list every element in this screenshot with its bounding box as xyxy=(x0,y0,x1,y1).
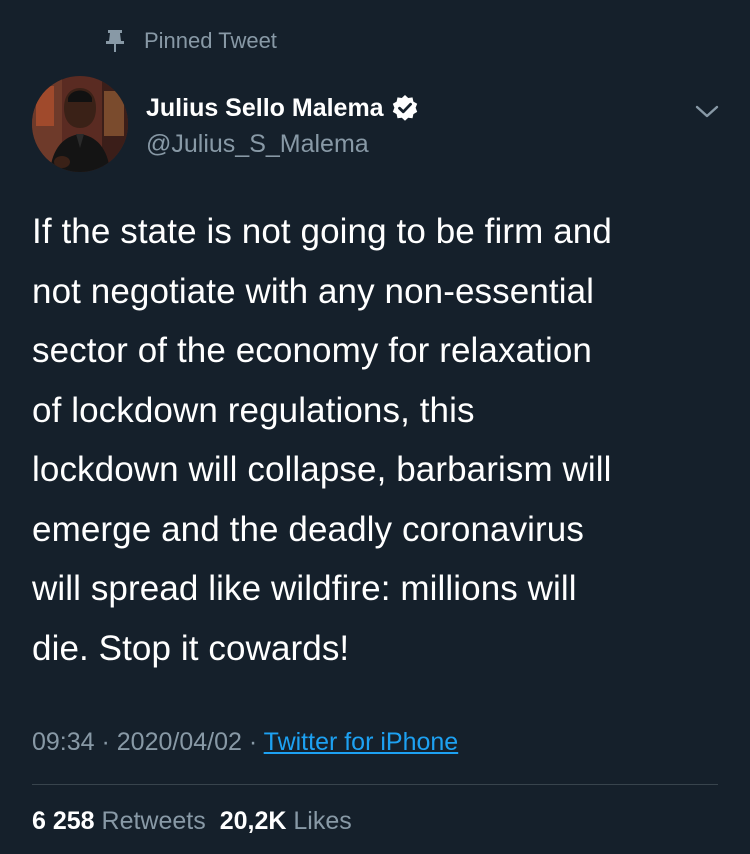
meta-separator: · xyxy=(241,728,264,756)
retweets-count: 6 258 xyxy=(32,807,95,835)
tweet-date[interactable]: 2020/04/02 xyxy=(117,728,242,756)
tweet-line: will spread like wildfire: millions will xyxy=(32,569,577,608)
chevron-down-icon[interactable] xyxy=(692,96,722,126)
tweet-line: emerge and the deadly coronavirus xyxy=(32,509,584,549)
retweets-stat[interactable]: 6 258 Retweets xyxy=(32,807,206,835)
meta-separator: · xyxy=(94,728,117,756)
tweet-line: die. Stop it cowards! xyxy=(32,628,350,668)
tweet-line: If the state is not going to be firm and xyxy=(32,212,612,251)
author-handle[interactable]: @Julius_S_Malema xyxy=(146,128,369,160)
pin-icon xyxy=(100,26,130,56)
likes-count: 20,2K xyxy=(219,807,287,835)
verified-badge-icon xyxy=(391,94,419,122)
tweet-line: sector of the economy for relaxation xyxy=(32,331,592,370)
author-name-row[interactable]: Julius Sello Malema xyxy=(146,92,419,124)
divider xyxy=(32,784,718,785)
avatar[interactable] xyxy=(32,76,128,172)
likes-stat[interactable]: 20,2K Likes xyxy=(220,807,352,835)
tweet-line: lockdown will collapse, barbarism will xyxy=(32,450,612,489)
tweet-line: not negotiate with any non-essential xyxy=(32,271,595,311)
tweet-stats: 6 258 Retweets 20,2K Likes xyxy=(32,805,352,837)
tweet-line: of lockdown regulations, this xyxy=(32,390,475,430)
pinned-tweet-indicator: Pinned Tweet xyxy=(100,26,277,56)
retweets-label: Retweets xyxy=(101,807,206,835)
tweet-time[interactable]: 09:34 xyxy=(32,728,95,756)
pinned-label: Pinned Tweet xyxy=(144,28,277,53)
tweet-meta: 09:34 · 2020/04/02 · Twitter for iPhone xyxy=(32,726,458,758)
tweet-text: If the state is not going to be firm and… xyxy=(32,202,722,678)
tweet-source-link[interactable]: Twitter for iPhone xyxy=(264,728,459,756)
author-name[interactable]: Julius Sello Malema xyxy=(146,92,384,124)
likes-label: Likes xyxy=(293,807,352,835)
